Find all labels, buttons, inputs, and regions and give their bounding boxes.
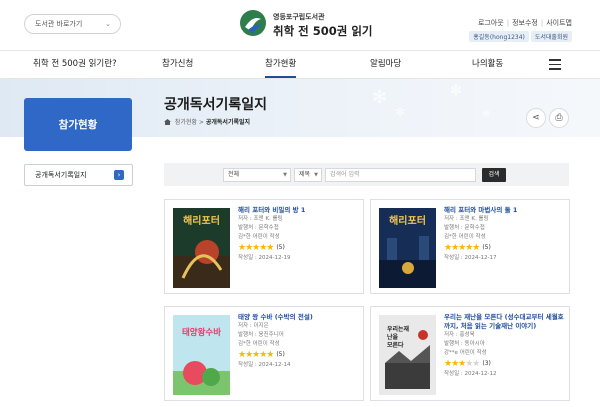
side-link-public-reading-log[interactable]: 공개독서기록일지 › bbox=[24, 164, 133, 186]
site-header: 도서관 바로가기 ⌄ 영등포구립도서관 취학 전 500권 읽기 로그아웃 | 정보… bbox=[0, 0, 600, 50]
share-icon: ⋖ bbox=[532, 113, 540, 123]
main-nav: 취학 전 500권 읽기란? 참가신청 참가현황 알림마당 나의활동 bbox=[0, 50, 600, 79]
star-rating: ★★★★★ (5) bbox=[238, 242, 360, 254]
nav-item-notice[interactable]: 알림마당 bbox=[370, 51, 401, 78]
book-cover: 태양왕수바 bbox=[173, 315, 230, 395]
book-date: 작성일 : 2024-12-17 bbox=[444, 255, 497, 261]
rating-count: (5) bbox=[276, 351, 285, 358]
nav-item-status[interactable]: 참가현황 bbox=[265, 51, 297, 78]
book-title[interactable]: 태양 왕 수바 (수박의 전설) bbox=[238, 313, 360, 322]
breadcrumb-item[interactable]: 참가현황 bbox=[175, 119, 197, 126]
book-author: 저자 : 조앤 K. 롤링 bbox=[444, 216, 489, 222]
nav-item-about[interactable]: 취학 전 500권 읽기란? bbox=[33, 51, 117, 78]
breadcrumb: 참가현황 > 공개독서기록일지 bbox=[164, 117, 250, 126]
svg-text:해리포터: 해리포터 bbox=[389, 214, 426, 227]
star-rating: ★★★★★ (5) bbox=[444, 242, 566, 254]
book-publisher: 발행처 : 문학수첩 bbox=[444, 225, 485, 231]
star-rating: ★★★★★ (5) bbox=[238, 349, 360, 361]
rating-count: (3) bbox=[482, 360, 491, 367]
book-card[interactable]: 해리포터 해리 포터와 마법사의 돌 1 저자 : 조앤 K. 롤링 발행처 :… bbox=[370, 199, 570, 294]
book-card[interactable]: 우리는재 난을 모른다 우리는 재난을 모른다 (성수대교부터 세월호까지, 처음 … bbox=[370, 306, 570, 401]
edit-profile-link[interactable]: 정보수정 bbox=[512, 19, 538, 27]
nav-item-apply[interactable]: 참가신청 bbox=[162, 51, 193, 78]
home-icon[interactable] bbox=[164, 119, 171, 125]
book-cover: 우리는재 난을 모른다 bbox=[379, 315, 436, 395]
book-author: 저자 : 이지은 bbox=[238, 323, 269, 329]
book-title[interactable]: 우리는 재난을 모른다 (성수대교부터 세월호까지, 처음 읽는 기술재난 이야… bbox=[444, 313, 566, 331]
search-button[interactable]: 검색 bbox=[482, 168, 506, 182]
book-publisher: 발행처 : 웅진주니어 bbox=[238, 332, 284, 338]
chevron-down-icon: ▼ bbox=[314, 172, 318, 178]
book-writer: 김*한 어린이 작성 bbox=[238, 234, 280, 240]
book-author: 저자 : 조앤 K. 롤링 bbox=[238, 216, 283, 222]
sitemap-link[interactable]: 사이트맵 bbox=[546, 19, 572, 27]
library-shortcut-label: 도서관 바로가기 bbox=[35, 20, 83, 28]
nav-item-my-activity[interactable]: 나의활동 bbox=[472, 51, 503, 78]
library-logo-icon bbox=[240, 10, 266, 36]
book-writer: 김*한 어린이 작성 bbox=[238, 341, 280, 347]
site-logo[interactable]: 영등포구립도서관 취학 전 500권 읽기 bbox=[239, 9, 374, 39]
logo-program-name: 취학 전 500권 읽기 bbox=[273, 24, 373, 38]
chevron-down-icon: ⌄ bbox=[105, 20, 111, 28]
star-icon: ★★★★★ bbox=[444, 243, 480, 253]
breadcrumb-current: 공개독서기록일지 bbox=[205, 119, 251, 126]
print-button[interactable]: ⎙ bbox=[549, 108, 569, 128]
side-menu-title: 참가현황 bbox=[24, 98, 132, 151]
svg-text:해리포터: 해리포터 bbox=[183, 214, 220, 227]
svg-text:태양왕수바: 태양왕수바 bbox=[182, 327, 221, 338]
star-rating: ★★★★★ (3) bbox=[444, 358, 566, 370]
book-title[interactable]: 해리 포터와 마법사의 돌 1 bbox=[444, 206, 566, 215]
book-date: 작성일 : 2024-12-14 bbox=[238, 362, 291, 368]
snowflake-icon: ✻ bbox=[372, 87, 388, 108]
book-publisher: 발행처 : 문학수첩 bbox=[238, 225, 279, 231]
book-card[interactable]: 해리포터 해리 포터와 비밀의 방 1 저자 : 조앤 K. 롤링 발행처 : … bbox=[164, 199, 364, 294]
search-scope-select[interactable]: 전체 ▼ bbox=[223, 168, 291, 182]
library-shortcut-select[interactable]: 도서관 바로가기 ⌄ bbox=[24, 14, 121, 34]
star-icon: ★★★★★ bbox=[238, 243, 274, 253]
user-name-badge: 홍길동(hong1234) bbox=[469, 31, 529, 42]
logo-library-name: 영등포구립도서관 bbox=[273, 13, 325, 21]
logout-link[interactable]: 로그아웃 bbox=[478, 19, 504, 27]
member-type-badge: 도서대출회원 bbox=[530, 31, 572, 42]
book-publisher: 발행처 : 동아시아 bbox=[444, 341, 485, 347]
star-empty-icon: ★★ bbox=[465, 359, 480, 369]
star-icon: ★★★★★ bbox=[238, 350, 274, 360]
chevron-down-icon: ▼ bbox=[283, 172, 287, 178]
rating-count: (5) bbox=[276, 244, 285, 251]
snowflake-icon: ✻ bbox=[395, 105, 406, 119]
book-title[interactable]: 해리 포터와 비밀의 방 1 bbox=[238, 206, 360, 215]
search-field-select[interactable]: 제목 ▼ bbox=[294, 168, 322, 182]
star-icon: ★★★ bbox=[444, 359, 466, 369]
rating-count: (5) bbox=[482, 244, 491, 251]
book-date: 작성일 : 2024-12-12 bbox=[444, 371, 497, 377]
snowflake-icon: ✻ bbox=[482, 109, 491, 120]
book-cover: 해리포터 bbox=[379, 208, 436, 288]
book-writer: 김*한 어린이 작성 bbox=[444, 234, 486, 240]
search-input[interactable]: 검색어 입력 bbox=[325, 168, 476, 182]
utility-links: 로그아웃 | 정보수정 | 사이트맵 bbox=[477, 19, 572, 27]
menu-icon[interactable] bbox=[549, 59, 561, 70]
user-info: 홍길동(hong1234) 도서대출회원 bbox=[467, 31, 572, 42]
book-writer: 강**e 어린이 작성 bbox=[444, 350, 487, 356]
book-date: 작성일 : 2024-12-19 bbox=[238, 255, 291, 261]
book-author: 저자 : 홍성욱 bbox=[444, 332, 475, 338]
print-icon: ⎙ bbox=[555, 113, 563, 123]
page-title: 공개독서기록일지 bbox=[164, 97, 268, 113]
snowflake-icon: ✻ bbox=[450, 83, 462, 99]
book-cover: 해리포터 bbox=[173, 208, 230, 288]
book-card[interactable]: 태양왕수바 태양 왕 수바 (수박의 전설) 저자 : 이지은 발행처 : 웅진… bbox=[164, 306, 364, 401]
share-button[interactable]: ⋖ bbox=[526, 108, 546, 128]
chevron-right-icon: › bbox=[114, 170, 124, 180]
search-bar: 전체 ▼ 제목 ▼ 검색어 입력 검색 bbox=[164, 163, 569, 186]
